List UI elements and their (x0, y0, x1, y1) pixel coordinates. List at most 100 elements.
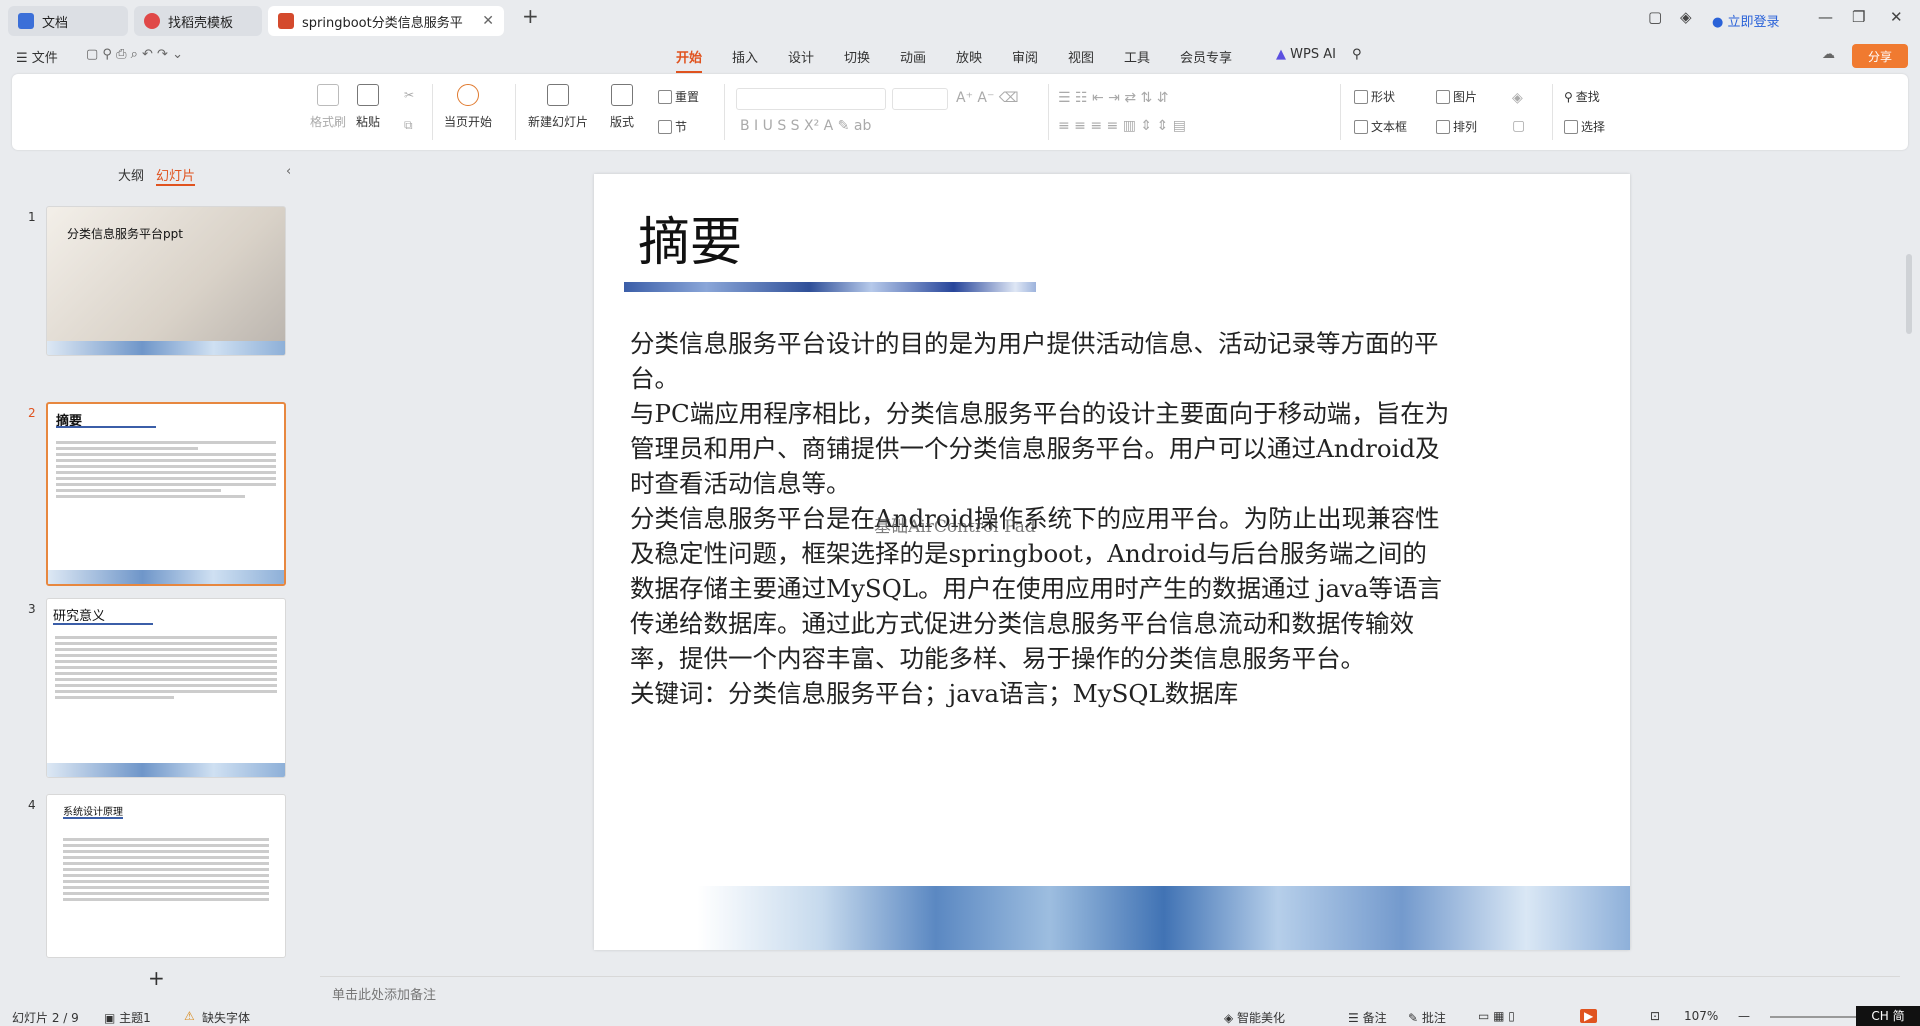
tab-label: springboot分类信息服务平 (302, 15, 463, 31)
start-current-button[interactable]: 当页开始 (444, 84, 492, 130)
tab-label: 文档 (42, 15, 69, 31)
notes-placeholder: 单击此处添加备注 (332, 988, 437, 1003)
close-icon[interactable]: ✕ (482, 13, 494, 29)
collapse-panel-icon[interactable]: ‹ (286, 164, 291, 179)
tab-bar: 文档 找稻壳模板 springboot分类信息服务平 ✕ + ▢ ◈ ● 立即登… (0, 0, 1920, 40)
new-slide-icon (547, 84, 569, 106)
ime-indicator[interactable]: CH 简 (1856, 1006, 1920, 1026)
slide-thumbnail-selected[interactable]: 摘要 (46, 402, 286, 586)
cut-icon[interactable]: ✂ (404, 88, 414, 102)
find-icon: ⚲ (1564, 89, 1573, 104)
watercolor-decoration (594, 886, 1630, 950)
play-slideshow-icon[interactable]: ▶ (1580, 1009, 1598, 1023)
slide-thumbnail[interactable]: 分类信息服务平台ppt (46, 206, 286, 356)
login-button[interactable]: ● 立即登录 (1712, 11, 1780, 30)
thumb-text-lines (48, 438, 284, 501)
copy-icon[interactable]: ⧉ (404, 118, 413, 133)
textbox-button[interactable]: 文本框 (1354, 118, 1407, 135)
tab-docs[interactable]: 文档 (8, 6, 128, 36)
section-button[interactable]: 节 (658, 118, 687, 135)
file-label: 文件 (31, 51, 58, 66)
arrange-label: 排列 (1453, 120, 1478, 134)
minimize-icon[interactable]: — (1818, 8, 1833, 26)
slide-title[interactable]: 摘要 (638, 200, 742, 275)
body-paragraph: 关键词：分类信息服务平台；java语言；MySQL数据库 (630, 679, 1239, 708)
font-name-select[interactable] (736, 88, 886, 110)
tab-slides[interactable]: 幻灯片 (156, 165, 196, 186)
layout-icon (611, 84, 633, 106)
select-label: 选择 (1581, 120, 1606, 134)
shape-label: 形状 (1371, 90, 1396, 104)
thumb-decoration (47, 341, 285, 355)
missing-font-button[interactable]: 缺失字体 (202, 1009, 250, 1026)
menu-view[interactable]: 视图 (1068, 47, 1094, 66)
tab-templates[interactable]: 找稻壳模板 (134, 6, 262, 36)
slide-thumbnail[interactable]: 研究意义 (46, 598, 286, 778)
add-slide-icon[interactable]: + (148, 966, 165, 990)
menu-slideshow[interactable]: 放映 (956, 47, 982, 66)
font-size-select[interactable] (892, 88, 948, 110)
text-style-icon[interactable]: B I U S S X² A ✎ ab (740, 118, 871, 134)
zoom-out-icon[interactable]: — (1738, 1009, 1750, 1023)
divider (724, 84, 725, 140)
layout-button[interactable]: 版式 (610, 84, 634, 130)
file-menu[interactable]: ☰ 文件 (16, 47, 58, 66)
current-slide[interactable]: 摘要 分类信息服务平台设计的目的是为用户提供活动信息、活动记录等方面的平台。 与… (594, 174, 1630, 950)
cloud-icon[interactable]: ☁ (1822, 47, 1835, 62)
vertical-scrollbar[interactable] (1906, 254, 1912, 334)
window-close-icon[interactable]: ✕ (1890, 8, 1903, 26)
thumb-decoration (47, 763, 285, 777)
font-tools-icon[interactable]: A⁺ A⁻ ⌫ (956, 90, 1019, 106)
view-toggle-icon[interactable]: ▭ ▦ ▯ (1478, 1009, 1515, 1023)
search-icon[interactable]: ⚲ (1352, 47, 1362, 62)
menu-design[interactable]: 设计 (788, 47, 814, 66)
restore-icon[interactable]: ❐ (1852, 8, 1865, 26)
add-tab-icon[interactable]: + (522, 4, 539, 28)
share-button[interactable]: 分享 (1852, 44, 1908, 68)
beautify-label: 智能美化 (1237, 1011, 1286, 1025)
menu-animation[interactable]: 动画 (900, 47, 926, 66)
arrange-button[interactable]: 排列 (1436, 118, 1477, 135)
beautify-button[interactable]: ◈ 智能美化 (1224, 1009, 1285, 1026)
select-button[interactable]: 选择 (1564, 118, 1605, 135)
comment-button[interactable]: ✎ 批注 (1408, 1009, 1446, 1026)
outline-icon[interactable]: ▢ (1512, 118, 1525, 134)
thumb-decoration (48, 570, 284, 584)
thumb-title: 系统设计原理 (63, 807, 123, 818)
align-tools-icon[interactable]: ≡ ≡ ≡ ≡ ▥ ⇕ ⇕ ▤ (1058, 118, 1186, 134)
reset-icon (658, 89, 672, 104)
tab-ppt[interactable]: springboot分类信息服务平 ✕ (268, 6, 504, 36)
menu-tools[interactable]: 工具 (1124, 47, 1150, 66)
list-tools-icon[interactable]: ☰ ☷ ⇤ ⇥ ⇄ ⇅ ⇵ (1058, 90, 1168, 106)
menu-insert[interactable]: 插入 (732, 47, 758, 66)
wps-ai-button[interactable]: ▲ WPS AI (1276, 47, 1336, 62)
thumb-title: 研究意义 (53, 609, 106, 624)
zoom-level[interactable]: 107% (1684, 1009, 1718, 1023)
window-tile-icon[interactable]: ▢ (1648, 8, 1662, 26)
menu-review[interactable]: 审阅 (1012, 47, 1038, 66)
body-paragraph: 与PC端应用程序相比，分类信息服务平台的设计主要面向于移动端，旨在为管理员和用户… (630, 399, 1450, 498)
menu-member[interactable]: 会员专享 (1180, 47, 1232, 66)
menu-transition[interactable]: 切换 (844, 47, 870, 66)
notes-button[interactable]: ☰ 备注 (1348, 1009, 1387, 1026)
picture-button[interactable]: 图片 (1436, 88, 1477, 105)
cube-icon[interactable]: ◈ (1680, 8, 1692, 26)
slide-body[interactable]: 分类信息服务平台设计的目的是为用户提供活动信息、活动记录等方面的平台。 与PC端… (630, 326, 1450, 711)
quick-tools-icon[interactable]: ▢ ⚲ ⎙ ⌕ ↶ ↷ ⌄ (86, 47, 183, 62)
fit-icon[interactable]: ⊡ (1650, 1009, 1660, 1023)
slide-thumbnail[interactable]: 系统设计原理 (46, 794, 286, 958)
fill-icon[interactable]: ◈ (1512, 90, 1523, 106)
notes-area[interactable]: 单击此处添加备注 (320, 976, 1900, 1006)
paste-button[interactable]: 粘贴 (356, 84, 380, 130)
menu-home[interactable]: 开始 (676, 47, 703, 73)
shape-button[interactable]: 形状 (1354, 88, 1395, 105)
theme-button[interactable]: ▣ 主题1 (104, 1009, 151, 1026)
reset-button[interactable]: 重置 (658, 88, 699, 105)
format-painter-icon (317, 84, 339, 106)
find-button[interactable]: ⚲ 查找 (1564, 88, 1600, 105)
thumb-title: 分类信息服务平台ppt (67, 227, 183, 241)
format-painter-button[interactable]: 格式刷 (310, 84, 346, 130)
new-slide-button[interactable]: 新建幻灯片 (528, 84, 588, 130)
ppt-icon (278, 13, 294, 29)
tab-outline[interactable]: 大纲 (118, 165, 144, 184)
